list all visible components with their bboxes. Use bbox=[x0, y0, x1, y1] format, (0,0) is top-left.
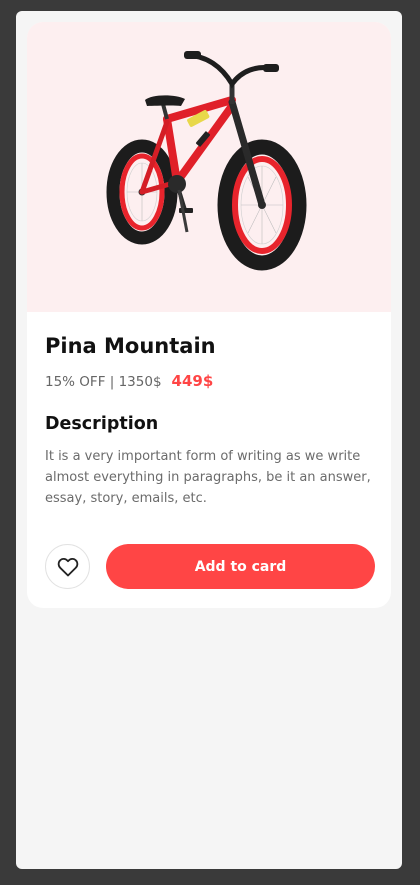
product-image-area bbox=[27, 22, 391, 312]
description-text: It is a very important form of writing a… bbox=[45, 449, 371, 506]
app-frame: Pina Mountain 15% OFF | 1350$ 449$ Descr… bbox=[16, 11, 402, 869]
description-heading: Description bbox=[45, 414, 159, 434]
favorite-button[interactable] bbox=[45, 544, 90, 589]
add-to-cart-button[interactable]: Add to card bbox=[106, 544, 375, 589]
product-title: Pina Mountain bbox=[45, 334, 216, 358]
product-card: Pina Mountain 15% OFF | 1350$ 449$ Descr… bbox=[27, 22, 391, 608]
heart-icon bbox=[57, 557, 78, 576]
discount-text: 15% OFF | 1350$ bbox=[45, 374, 162, 390]
bicycle-image bbox=[106, 51, 307, 271]
product-price: 449$ bbox=[171, 372, 214, 390]
price-row: 15% OFF | 1350$ 449$ bbox=[45, 372, 213, 390]
